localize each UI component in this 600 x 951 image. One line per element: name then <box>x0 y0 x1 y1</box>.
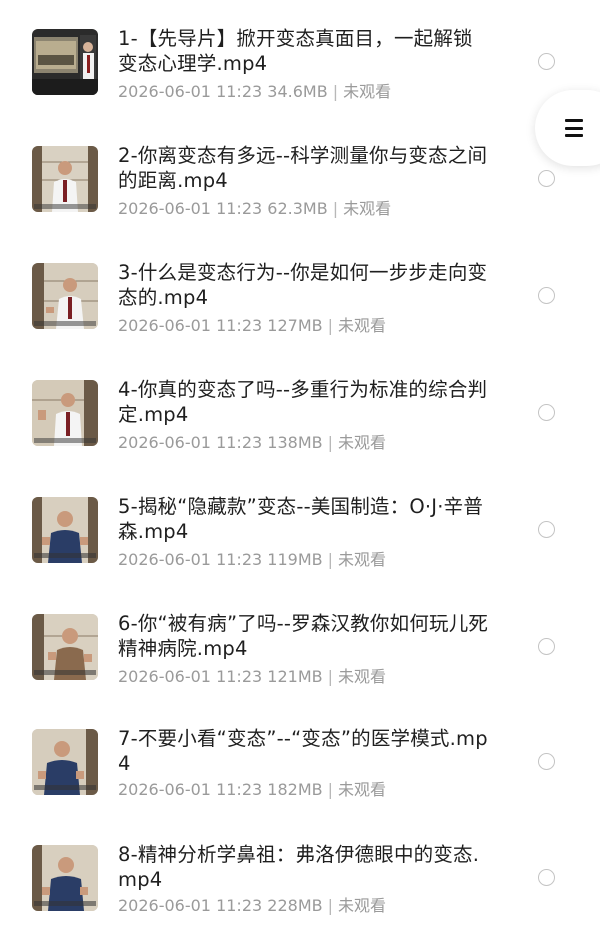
video-size: 121MB <box>267 667 323 686</box>
video-meta: 2026-06-01 11:23 182MB | 未观看 <box>118 780 386 800</box>
video-title[interactable]: 2-你离变态有多远--科学测量你与变态之间的距离.mp4 <box>118 143 490 193</box>
video-thumbnail[interactable] <box>32 497 98 563</box>
meta-separator: | <box>327 316 333 335</box>
video-date: 2026-06-01 11:23 <box>118 316 263 335</box>
video-date: 2026-06-01 11:23 <box>118 896 263 915</box>
watch-status: 未观看 <box>338 550 387 569</box>
video-size: 127MB <box>267 316 323 335</box>
video-size: 182MB <box>267 780 323 799</box>
video-thumbnail[interactable] <box>32 29 98 95</box>
watch-status: 未观看 <box>338 896 387 915</box>
video-thumbnail[interactable] <box>32 380 98 446</box>
video-title[interactable]: 7-不要小看“变态”--“变态”的医学模式.mp4 <box>118 726 490 776</box>
select-radio[interactable] <box>538 521 555 538</box>
video-meta: 2026-06-01 11:23 34.6MB | 未观看 <box>118 82 391 102</box>
video-title[interactable]: 6-你“被有病”了吗--罗森汉教你如何玩儿死精神病院.mp4 <box>118 611 490 661</box>
meta-separator: | <box>327 433 333 452</box>
watch-status: 未观看 <box>343 82 392 101</box>
list-item[interactable]: 4-你真的变态了吗--多重行为标准的综合判定.mp4 2026-06-01 11… <box>0 365 600 465</box>
thumbnail-image <box>32 845 98 911</box>
video-date: 2026-06-01 11:23 <box>118 82 263 101</box>
list-item[interactable]: 7-不要小看“变态”--“变态”的医学模式.mp4 2026-06-01 11:… <box>0 714 600 814</box>
video-date: 2026-06-01 11:23 <box>118 667 263 686</box>
menu-icon <box>565 119 583 137</box>
video-date: 2026-06-01 11:23 <box>118 199 263 218</box>
list-item[interactable]: 2-你离变态有多远--科学测量你与变态之间的距离.mp4 2026-06-01 … <box>0 131 600 231</box>
meta-separator: | <box>332 82 339 101</box>
meta-separator: | <box>327 667 333 686</box>
video-size: 228MB <box>267 896 323 915</box>
meta-separator: | <box>327 550 333 569</box>
video-size: 62.3MB <box>267 199 328 218</box>
video-thumbnail[interactable] <box>32 146 98 212</box>
thumbnail-image <box>32 146 98 212</box>
list-item[interactable]: 8-精神分析学鼻祖：弗洛伊德眼中的变态.mp4 2026-06-01 11:23… <box>0 830 600 930</box>
video-date: 2026-06-01 11:23 <box>118 550 263 569</box>
video-thumbnail[interactable] <box>32 845 98 911</box>
video-title[interactable]: 1-【先导片】掀开变态真面目，一起解锁变态心理学.mp4 <box>118 26 490 76</box>
video-file-list: 1-【先导片】掀开变态真面目，一起解锁变态心理学.mp4 2026-06-01 … <box>0 0 600 951</box>
video-date: 2026-06-01 11:23 <box>118 780 263 799</box>
video-meta: 2026-06-01 11:23 228MB | 未观看 <box>118 896 386 916</box>
video-size: 119MB <box>267 550 323 569</box>
watch-status: 未观看 <box>338 667 387 686</box>
video-thumbnail[interactable] <box>32 263 98 329</box>
watch-status: 未观看 <box>338 780 387 799</box>
video-meta: 2026-06-01 11:23 119MB | 未观看 <box>118 550 386 570</box>
thumbnail-image <box>32 497 98 563</box>
meta-separator: | <box>332 199 339 218</box>
thumbnail-image <box>32 614 98 680</box>
video-meta: 2026-06-01 11:23 127MB | 未观看 <box>118 316 386 336</box>
watch-status: 未观看 <box>338 433 387 452</box>
meta-separator: | <box>327 780 333 799</box>
thumbnail-image <box>32 263 98 329</box>
video-meta: 2026-06-01 11:23 138MB | 未观看 <box>118 433 386 453</box>
video-title[interactable]: 8-精神分析学鼻祖：弗洛伊德眼中的变态.mp4 <box>118 842 490 892</box>
watch-status: 未观看 <box>338 316 387 335</box>
meta-separator: | <box>327 896 333 915</box>
video-title[interactable]: 5-揭秘“隐藏款”变态--美国制造：O·J·辛普森.mp4 <box>118 494 490 544</box>
thumbnail-image <box>32 380 98 446</box>
select-radio[interactable] <box>538 638 555 655</box>
list-item[interactable]: 1-【先导片】掀开变态真面目，一起解锁变态心理学.mp4 2026-06-01 … <box>0 14 600 114</box>
thumbnail-image <box>32 29 98 95</box>
select-radio[interactable] <box>538 404 555 421</box>
select-radio[interactable] <box>538 170 555 187</box>
video-meta: 2026-06-01 11:23 62.3MB | 未观看 <box>118 199 391 219</box>
video-thumbnail[interactable] <box>32 614 98 680</box>
video-title[interactable]: 3-什么是变态行为--你是如何一步步走向变态的.mp4 <box>118 260 490 310</box>
video-date: 2026-06-01 11:23 <box>118 433 263 452</box>
list-item[interactable]: 3-什么是变态行为--你是如何一步步走向变态的.mp4 2026-06-01 1… <box>0 248 600 348</box>
select-radio[interactable] <box>538 869 555 886</box>
select-radio[interactable] <box>538 53 555 70</box>
list-item[interactable]: 5-揭秘“隐藏款”变态--美国制造：O·J·辛普森.mp4 2026-06-01… <box>0 482 600 582</box>
thumbnail-image <box>32 729 98 795</box>
video-size: 34.6MB <box>267 82 328 101</box>
video-title[interactable]: 4-你真的变态了吗--多重行为标准的综合判定.mp4 <box>118 377 490 427</box>
video-thumbnail[interactable] <box>32 729 98 795</box>
video-size: 138MB <box>267 433 323 452</box>
list-item[interactable]: 6-你“被有病”了吗--罗森汉教你如何玩儿死精神病院.mp4 2026-06-0… <box>0 599 600 699</box>
select-radio[interactable] <box>538 287 555 304</box>
video-meta: 2026-06-01 11:23 121MB | 未观看 <box>118 667 386 687</box>
watch-status: 未观看 <box>343 199 392 218</box>
select-radio[interactable] <box>538 753 555 770</box>
